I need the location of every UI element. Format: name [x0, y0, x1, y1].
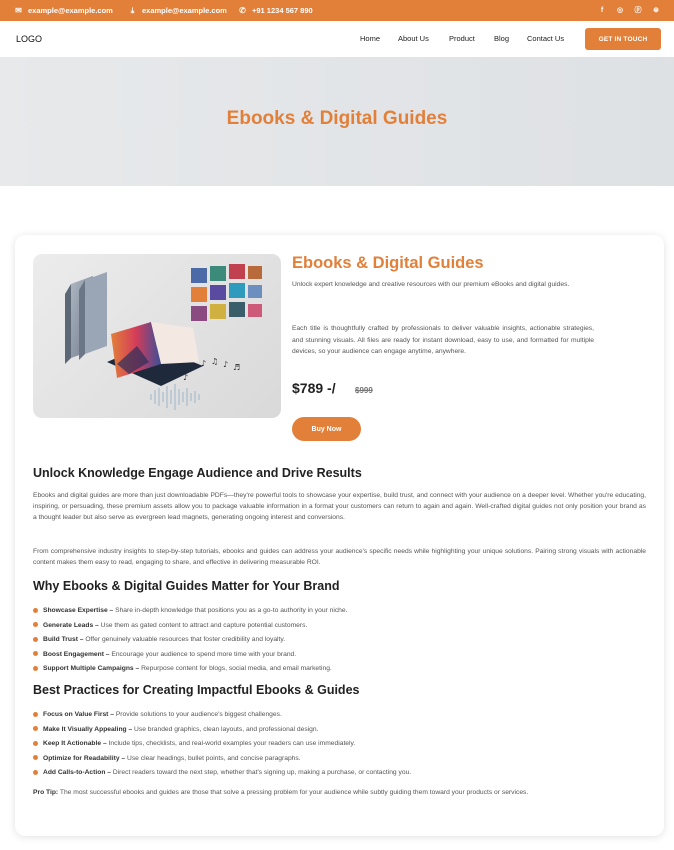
instagram-icon[interactable]: ◎: [616, 7, 624, 15]
list-item: Support Multiple Campaigns – Repurpose c…: [33, 663, 646, 678]
phone-icon: ✆: [239, 6, 246, 15]
email-contact-1[interactable]: ✉ example@example.com: [14, 0, 113, 21]
product-title: Ebooks & Digital Guides: [292, 254, 484, 272]
ebook-illustration: ♪ ♫ ♪ ♬ ♪: [65, 264, 262, 410]
why-list: Showcase Expertise – Share in-depth know…: [33, 605, 646, 678]
email-1-text[interactable]: example@example.com: [28, 6, 113, 15]
open-book-graphic: [107, 322, 203, 386]
list-item: Focus on Value First – Provide solutions…: [33, 709, 646, 724]
intro-paragraph-1: Ebooks and digital guides are more than …: [33, 492, 646, 521]
list-item: Boost Engagement – Encourage your audien…: [33, 649, 646, 664]
intro-paragraph-2: From comprehensive industry insights to …: [33, 548, 646, 566]
nav-home[interactable]: Home: [360, 34, 380, 43]
product-card: ♪ ♫ ♪ ♬ ♪ Ebooks & Digital Guides Unlock…: [15, 235, 664, 836]
facebook-icon[interactable]: f: [598, 7, 606, 15]
page-title: Ebooks & Digital Guides: [226, 108, 448, 129]
envelope-icon: ✉: [15, 6, 22, 15]
nav-product[interactable]: Product: [449, 34, 475, 43]
email-contact-2[interactable]: ⤓ example@example.com: [128, 0, 227, 21]
product-intro: Unlock expert knowledge and creative res…: [292, 281, 570, 288]
svg-text:♪: ♪: [223, 360, 228, 369]
list-item: Generate Leads – Use them as gated conte…: [33, 620, 646, 635]
product-price: $789 -/: [292, 380, 336, 396]
phone-text[interactable]: +91 1234 567 890: [252, 6, 313, 15]
pro-tip-label: Pro Tip:: [33, 789, 59, 796]
original-price: $999: [355, 386, 373, 395]
list-item: Build Trust – Offer genuinely valuable r…: [33, 634, 646, 649]
page-hero: Ebooks & Digital Guides: [0, 57, 674, 186]
nav-about-us[interactable]: About Us: [398, 34, 429, 43]
svg-text:♫: ♫: [211, 357, 218, 366]
svg-text:♪: ♪: [183, 373, 188, 382]
list-item: Optimize for Readability – Use clear hea…: [33, 753, 646, 768]
section-heading-why: Why Ebooks & Digital Guides Matter for Y…: [33, 579, 340, 593]
list-item: Make It Visually Appealing – Use branded…: [33, 724, 646, 739]
social-links: f ◎ ⓟ ⊛: [598, 0, 660, 21]
pro-tip: Pro Tip: The most successful ebooks and …: [33, 787, 646, 798]
svg-text:♬: ♬: [233, 363, 240, 372]
section-heading-knowledge: Unlock Knowledge Engage Audience and Dri…: [33, 466, 362, 480]
logo[interactable]: LOGO: [16, 21, 42, 57]
buy-now-button[interactable]: Buy Now: [292, 417, 361, 441]
nav-contact-us[interactable]: Contact Us: [527, 34, 564, 43]
site-header: LOGO Home About Us Product Blog Contact …: [9, 21, 665, 57]
wave-lines: [150, 384, 200, 410]
nav-blog[interactable]: Blog: [494, 34, 509, 43]
email-2-text[interactable]: example@example.com: [142, 6, 227, 15]
get-in-touch-button[interactable]: GET IN TOUCH: [585, 28, 661, 50]
top-bar: ✉ example@example.com ⤓ example@example.…: [0, 0, 674, 21]
book-stack-graphic: [65, 272, 107, 364]
pro-tip-text: The most successful ebooks and guides ar…: [58, 789, 529, 796]
product-description: Each title is thoughtfully crafted by pr…: [292, 325, 594, 355]
gallery-tiles: [191, 264, 262, 321]
pinterest-icon[interactable]: ⓟ: [634, 7, 642, 15]
product-image: ♪ ♫ ♪ ♬ ♪: [33, 254, 281, 418]
list-item: Showcase Expertise – Share in-depth know…: [33, 605, 646, 620]
svg-text:♪: ♪: [201, 359, 206, 368]
phone-contact[interactable]: ✆ +91 1234 567 890: [238, 0, 313, 21]
best-practices-list: Focus on Value First – Provide solutions…: [33, 709, 646, 782]
section-heading-best-practices: Best Practices for Creating Impactful Eb…: [33, 683, 360, 697]
dribbble-icon[interactable]: ⊛: [652, 7, 660, 15]
list-item: Keep It Actionable – Include tips, check…: [33, 738, 646, 753]
download-icon: ⤓: [130, 5, 135, 15]
list-item: Add Calls-to-Action – Direct readers tow…: [33, 767, 646, 782]
